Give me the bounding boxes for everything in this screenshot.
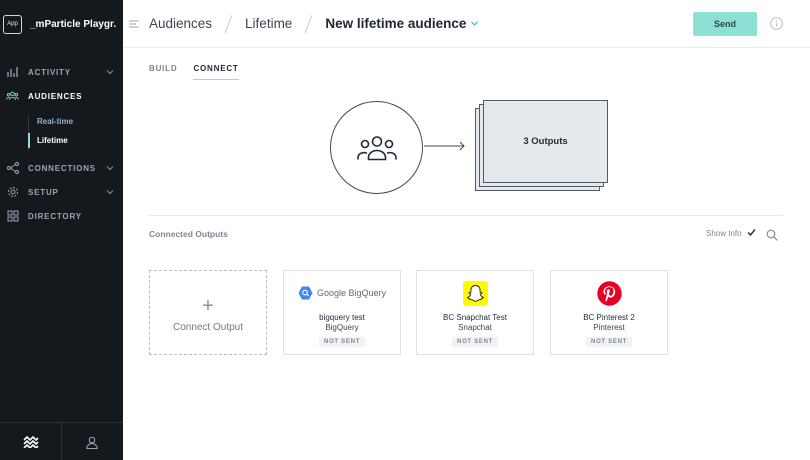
- sidebar-item-activity[interactable]: ACTIVITY: [0, 60, 123, 84]
- outputs-summary-card: 3 Outputs: [483, 100, 608, 183]
- send-button[interactable]: Send: [693, 12, 757, 36]
- output-type: Snapchat: [458, 323, 492, 332]
- sidebar-item-label: SETUP: [28, 187, 59, 197]
- status-badge: NOT SENT: [319, 337, 365, 347]
- sidebar-item-label: CONNECTIONS: [28, 163, 96, 173]
- snapchat-icon: [462, 280, 488, 306]
- sidebar-item-directory[interactable]: DIRECTORY: [0, 204, 123, 228]
- sidebar-footer: [0, 422, 123, 460]
- search-icon[interactable]: [766, 229, 778, 241]
- pinterest-logo: [596, 275, 622, 311]
- workspace-name: _mParticle Playgr...: [30, 18, 116, 30]
- status-badge: NOT SENT: [452, 337, 498, 347]
- sidebar-item-connections[interactable]: CONNECTIONS: [0, 156, 123, 180]
- sidebar-subitem-lifetime[interactable]: Lifetime: [28, 131, 123, 150]
- bigquery-logo: Google BigQuery: [298, 275, 386, 311]
- app-badge: App: [3, 14, 22, 34]
- sidebar: App _mParticle Playgr... ACTIVITY AUDIEN…: [0, 0, 123, 460]
- audience-node: [330, 101, 423, 194]
- chevron-down-icon: [106, 166, 114, 171]
- page-header: Audiences Lifetime New lifetime audience…: [123, 0, 810, 48]
- chevron-down-icon: [106, 190, 114, 195]
- workspace-switcher[interactable]: App _mParticle Playgr...: [0, 0, 123, 48]
- page-title[interactable]: New lifetime audience: [325, 16, 466, 31]
- show-info-checkbox[interactable]: [747, 228, 756, 237]
- users-icon: [356, 135, 397, 160]
- audiences-subnav: Real-time Lifetime: [0, 112, 123, 151]
- user-profile-button[interactable]: [61, 423, 122, 460]
- output-name: BC Snapchat Test: [443, 313, 507, 322]
- breadcrumb-audiences[interactable]: Audiences: [149, 16, 212, 31]
- sidebar-item-label: AUDIENCES: [28, 91, 83, 101]
- outputs-count-label: 3 Outputs: [523, 136, 568, 147]
- status-badge: NOT SENT: [586, 337, 632, 347]
- breadcrumb-lifetime[interactable]: Lifetime: [245, 16, 292, 31]
- connected-outputs-title: Connected Outputs: [149, 229, 228, 239]
- tab-build[interactable]: BUILD: [149, 64, 177, 80]
- activity-icon: [6, 66, 19, 79]
- mparticle-logo-icon: [22, 436, 39, 448]
- output-name: BC Pinterest 2: [583, 313, 635, 322]
- users-icon: [6, 90, 19, 103]
- tab-connect[interactable]: CONNECT: [193, 64, 239, 80]
- output-card-pinterest[interactable]: BC Pinterest 2 Pinterest NOT SENT: [550, 270, 668, 355]
- sidebar-item-label: ACTIVITY: [28, 67, 71, 77]
- pinterest-icon: [596, 280, 622, 306]
- sidebar-subitem-real-time[interactable]: Real-time: [28, 112, 123, 131]
- output-type: BigQuery: [325, 323, 359, 332]
- output-card-bigquery[interactable]: Google BigQuery bigquery test BigQuery N…: [283, 270, 401, 355]
- breadcrumb-separator-icon: [304, 14, 313, 33]
- chevron-down-icon[interactable]: [470, 19, 479, 28]
- mparticle-logo-button[interactable]: [0, 423, 61, 460]
- plus-icon: +: [202, 295, 214, 317]
- sidebar-item-audiences[interactable]: AUDIENCES: [0, 84, 123, 108]
- connect-output-button[interactable]: + Connect Output: [149, 270, 267, 355]
- gear-icon: [6, 186, 19, 199]
- connect-output-label: Connect Output: [172, 322, 244, 333]
- output-type: Pinterest: [593, 323, 625, 332]
- collapse-menu-icon[interactable]: [128, 18, 140, 30]
- arrow-right-icon: [424, 141, 465, 151]
- section-divider: [149, 215, 783, 216]
- audience-tabs: BUILD CONNECT: [149, 64, 255, 80]
- output-name: bigquery test: [319, 313, 365, 322]
- sidebar-nav: ACTIVITY AUDIENCES Real-time Lifetime CO…: [0, 60, 123, 228]
- breadcrumb-separator-icon: [224, 14, 233, 33]
- info-icon[interactable]: [770, 17, 783, 30]
- bigquery-icon: [298, 286, 313, 300]
- breadcrumb: Audiences Lifetime New lifetime audience: [149, 14, 479, 34]
- connections-icon: [6, 162, 19, 175]
- show-info-label: Show Info: [706, 229, 742, 238]
- grid-icon: [6, 210, 19, 223]
- sidebar-item-label: DIRECTORY: [28, 211, 82, 221]
- bigquery-logo-text: Google BigQuery: [316, 288, 387, 298]
- chevron-down-icon: [106, 70, 114, 75]
- snapchat-logo: [462, 275, 488, 311]
- user-icon: [86, 436, 98, 449]
- output-card-snapchat[interactable]: BC Snapchat Test Snapchat NOT SENT: [416, 270, 534, 355]
- sidebar-item-setup[interactable]: SETUP: [0, 180, 123, 204]
